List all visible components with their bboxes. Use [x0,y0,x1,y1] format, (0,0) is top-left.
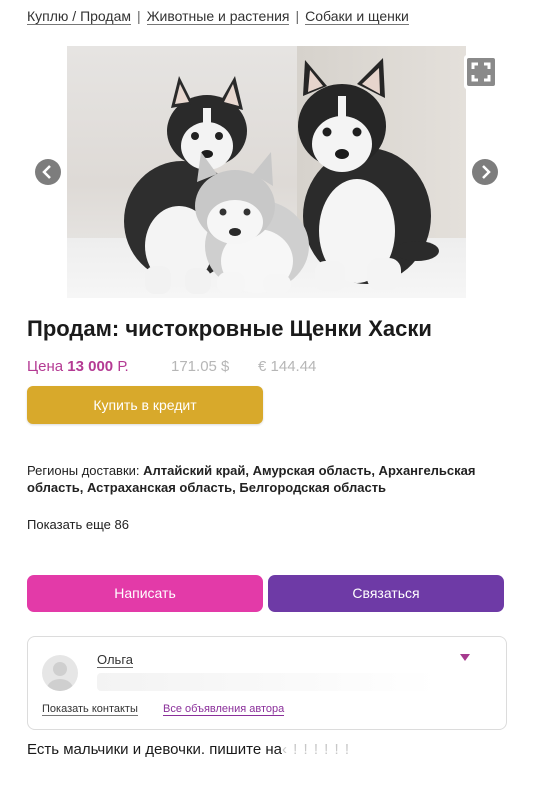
price-eur: € 144.44 [258,358,317,375]
price-currency: Р. [117,358,129,375]
gallery-next-button[interactable] [472,159,498,185]
show-more-regions-link[interactable]: Показать еще 86 [27,517,129,532]
puppies-illustration [124,58,439,294]
gallery-prev-button[interactable] [35,159,61,185]
price-value: 13 000 [67,358,114,375]
avatar [42,655,78,691]
hidden-contact-info [97,673,437,691]
show-contacts-link[interactable]: Показать контакты [42,703,138,716]
fullscreen-button[interactable] [464,55,498,89]
write-message-button[interactable]: Написать [27,575,263,612]
delivery-label: Регионы доставки: [27,463,140,478]
breadcrumb-buy-sell[interactable]: Куплю / Продам [27,8,131,25]
price: Цена 13 000 Р. [27,358,129,375]
fullscreen-icon [467,58,495,86]
delivery-regions: Регионы доставки: Алтайский край, Амурск… [27,462,487,496]
breadcrumb-separator: | [136,8,141,24]
breadcrumb-separator: | [295,8,300,24]
user-placeholder-icon [47,662,73,691]
description-text: Есть мальчики и девочки. пишите на [27,741,283,758]
price-row: Цена 13 000 Р. 171.05 $ € 144.44 [27,358,316,375]
listing-title: Продам: чистокровные Щенки Хаски [27,316,432,341]
husky-puppy-right [298,58,439,291]
contact-seller-button[interactable]: Связаться [268,575,504,612]
description-fade: ‹ ! ! ! ! ! ! [282,741,351,758]
chevron-down-icon[interactable] [460,654,470,661]
husky-puppy-center [195,152,309,294]
price-usd: 171.05 $ [171,358,230,375]
chevron-left-icon [42,165,51,179]
breadcrumb-animals-plants[interactable]: Животные и растения [146,8,290,25]
seller-card: Ольга Показать контакты Все объявления а… [27,636,507,730]
buy-on-credit-button[interactable]: Купить в кредит [27,386,263,424]
breadcrumb-dogs-puppies[interactable]: Собаки и щенки [305,8,409,25]
seller-name-link[interactable]: Ольга [97,652,134,668]
price-label: Цена [27,358,64,375]
all-author-ads-link[interactable]: Все объявления автора [163,703,285,716]
breadcrumb: Куплю / Продам | Животные и растения | Собак… [27,8,409,25]
listing-description: Есть мальчики и девочки. пишите на‹ ! ! … [27,741,350,758]
chevron-right-icon [482,165,491,179]
listing-photo[interactable] [67,46,466,298]
